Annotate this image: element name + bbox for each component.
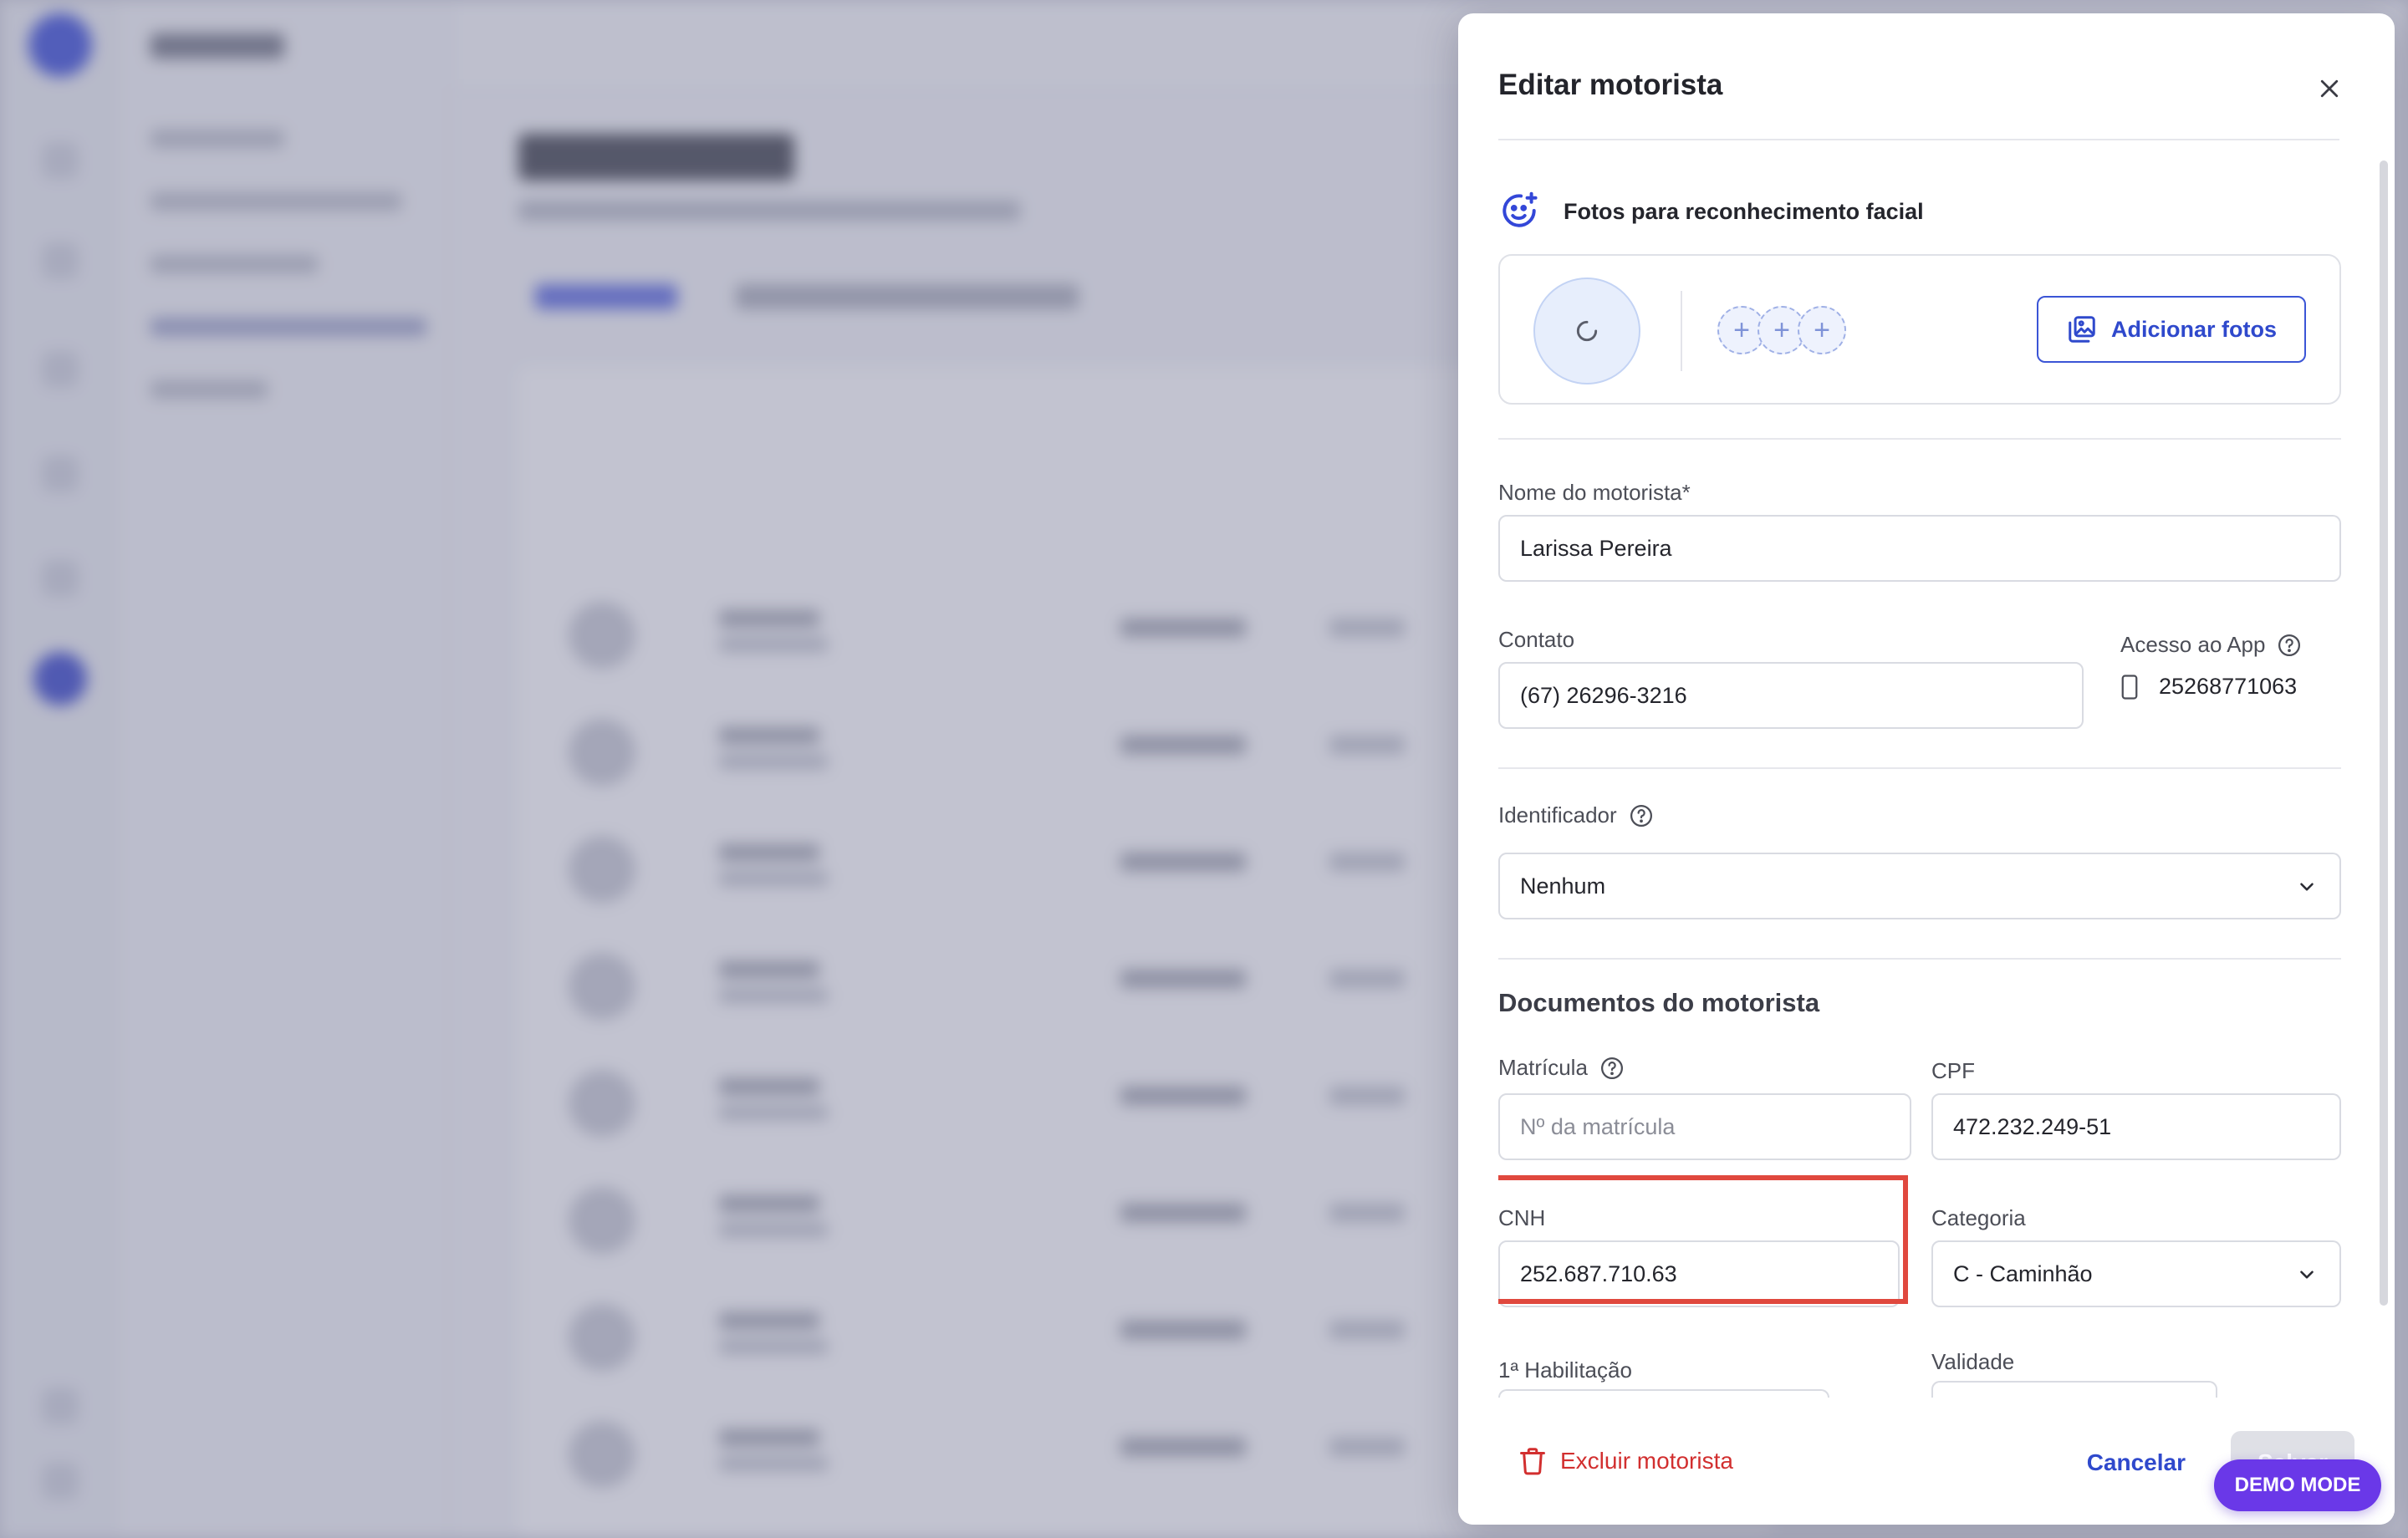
plus-icon: + [1814,314,1830,346]
photo-slots: + + + [1717,306,1846,354]
smartphone-icon [2121,674,2138,700]
category-select[interactable]: C - Caminhão [1931,1240,2341,1307]
app-access-label-text: Acesso ao App [2120,632,2266,657]
add-photo-slot[interactable]: + [1798,306,1846,354]
contact-label-text: Contato [1498,627,1575,652]
divider [1498,438,2341,440]
cnh-highlight-box [1498,1175,1908,1304]
plus-icon: + [1733,314,1750,346]
modal-body: Fotos para reconhecimento facial + + + A… [1498,140,2341,1398]
add-photos-button[interactable]: Adicionar fotos [2037,296,2306,363]
contact-input[interactable] [1498,662,2084,729]
identifier-label-text: Identificador [1498,802,1617,828]
main-photo-placeholder[interactable] [1533,278,1640,384]
contact-label: Contato [1498,627,1574,653]
validity-label-text: Validade [1931,1349,2015,1374]
facial-photos-header: Fotos para reconhecimento facial [1498,191,1924,232]
facial-photos-card: + + + Adicionar fotos [1498,254,2341,405]
images-icon [2069,316,2095,343]
add-photos-label: Adicionar fotos [2110,316,2277,342]
category-value: C - Caminhão [1953,1260,2093,1286]
category-label-text: Categoria [1931,1205,2026,1230]
help-icon[interactable] [1629,803,1654,828]
photo-divider [1681,291,1682,371]
first-license-input[interactable] [1498,1389,1829,1398]
delete-driver-button[interactable]: Excluir motorista [1517,1444,1733,1478]
modal-header: Editar motorista [1498,13,2339,140]
first-license-label: 1ª Habilitação [1498,1357,1632,1383]
edit-driver-modal: Editar motorista Fotos para reconhecimen… [1458,13,2395,1525]
cancel-button[interactable]: Cancelar [2087,1449,2186,1476]
plus-icon: + [1773,314,1790,346]
category-label: Categoria [1931,1205,2026,1231]
help-icon[interactable] [1599,1056,1625,1081]
app-access-number: 25268771063 [2159,674,2298,699]
validity-input[interactable] [1931,1381,2217,1398]
documents-title: Documentos do motorista [1498,988,1820,1017]
cpf-label: CPF [1931,1058,1975,1084]
loading-spinner-icon [1576,320,1598,342]
close-icon [2320,79,2339,98]
modal-scrollbar[interactable] [2380,160,2388,1306]
app-access-label: Acesso ao App [2120,632,2302,658]
driver-name-input[interactable] [1498,515,2341,582]
first-license-label-text: 1ª Habilitação [1498,1357,1632,1383]
facial-photos-label: Fotos para reconhecimento facial [1564,198,1924,224]
registration-input[interactable] [1498,1093,1911,1160]
divider [1498,767,2341,769]
divider [1498,958,2341,960]
help-icon[interactable] [2277,633,2302,658]
identifier-label: Identificador [1498,802,1654,828]
modal-title: Editar motorista [1498,69,1723,101]
cpf-label-text: CPF [1931,1058,1975,1083]
app-access-value: 25268771063 [2120,674,2297,700]
identifier-value: Nenhum [1520,873,1606,899]
face-add-icon [1502,191,1538,227]
registration-label: Matrícula [1498,1055,1625,1081]
driver-name-label-text: Nome do motorista* [1498,480,1691,505]
demo-mode-badge[interactable]: DEMO MODE [2214,1459,2381,1511]
registration-label-text: Matrícula [1498,1055,1588,1080]
delete-driver-label: Excluir motorista [1560,1448,1733,1474]
validity-label: Validade [1931,1349,2014,1375]
driver-name-label: Nome do motorista* [1498,480,1691,506]
close-button[interactable] [2309,69,2349,109]
chevron-down-icon [2300,1271,2314,1279]
identifier-select[interactable]: Nenhum [1498,853,2341,919]
cpf-input[interactable] [1931,1093,2341,1160]
chevron-down-icon [2300,883,2314,891]
trash-icon [1520,1448,1545,1475]
